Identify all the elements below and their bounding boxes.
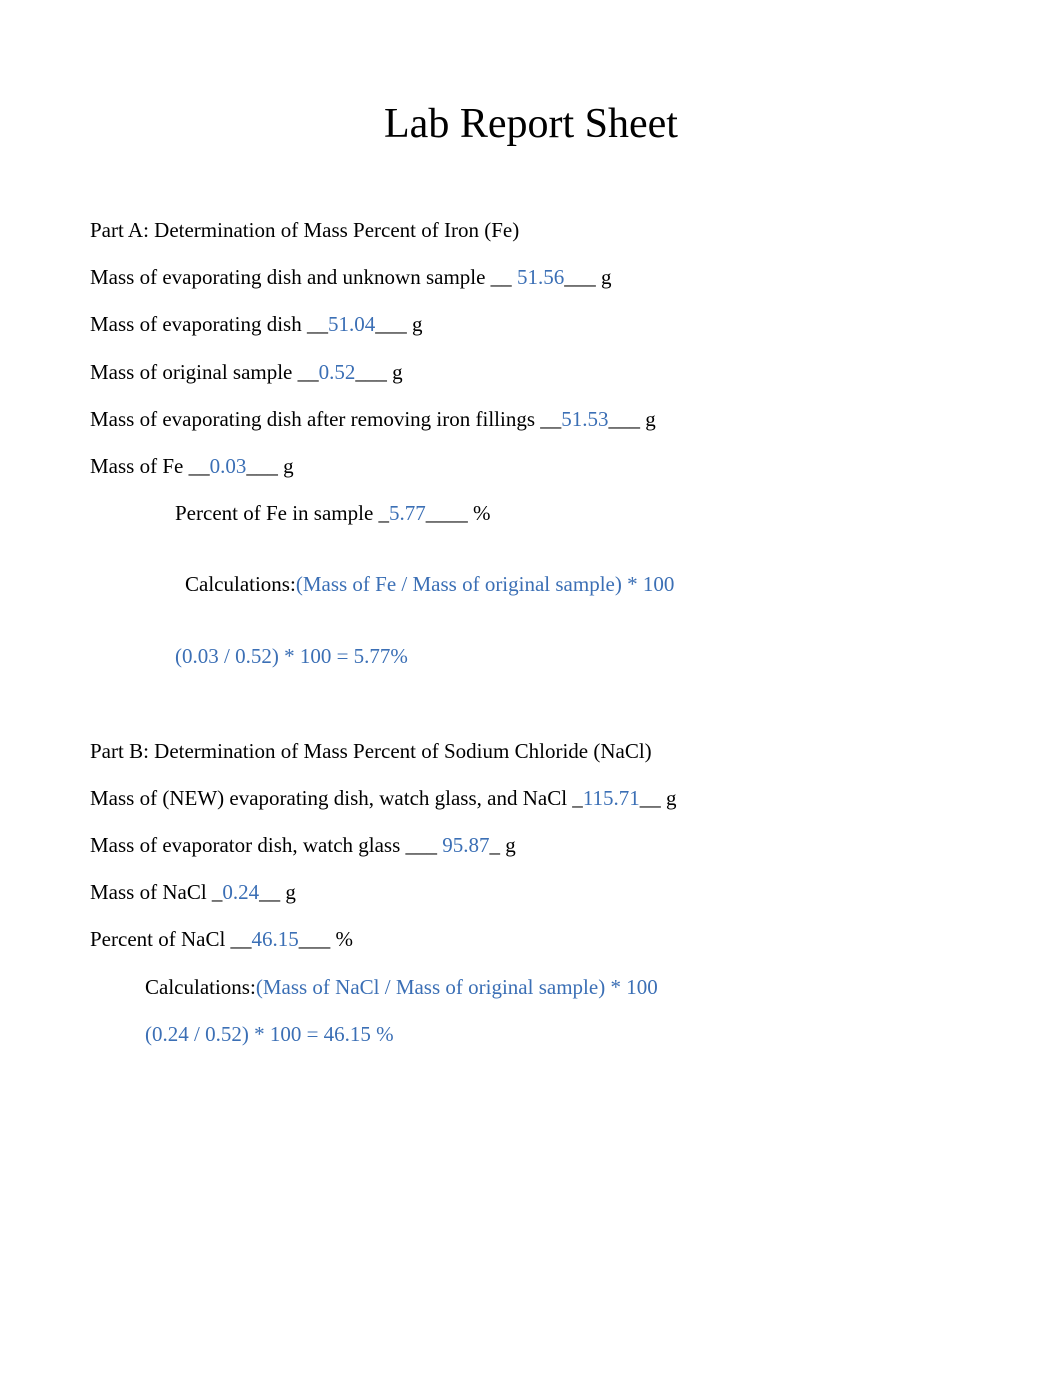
calc-formula: (Mass of NaCl / Mass of original sample)… xyxy=(256,975,658,999)
text-label: _ g xyxy=(490,833,516,857)
document-page: Lab Report Sheet Part A: Determination o… xyxy=(0,0,1062,1109)
text-label: Mass of evaporating dish __ xyxy=(90,312,328,336)
part-a-heading: Part A: Determination of Mass Percent of… xyxy=(90,218,972,243)
filled-value: 51.04 xyxy=(328,312,375,336)
text-label: Mass of original sample __ xyxy=(90,360,319,384)
text-label: __ g xyxy=(640,786,677,810)
filled-value: 0.52 xyxy=(319,360,356,384)
part-a-line-1: Mass of evaporating dish and unknown sam… xyxy=(90,265,972,290)
text-label: ___ g xyxy=(355,360,402,384)
text-label: ___ % xyxy=(299,927,353,951)
part-b-calc-result: (0.24 / 0.52) * 100 = 46.15 % xyxy=(90,1022,972,1047)
text-label: ___ g xyxy=(246,454,293,478)
text-label: Mass of evaporator dish, watch glass ___ xyxy=(90,833,442,857)
calc-formula: (Mass of Fe / Mass of original sample) *… xyxy=(296,572,675,596)
part-a-percent-line: Percent of Fe in sample _5.77____ % xyxy=(90,501,972,526)
part-a-line-3: Mass of original sample __0.52___ g xyxy=(90,360,972,385)
text-label: Mass of NaCl _ xyxy=(90,880,222,904)
text-label: Percent of Fe in sample _ xyxy=(175,501,389,525)
part-a-calc-result: (0.03 / 0.52) * 100 = 5.77% xyxy=(90,644,972,669)
filled-value: 0.03 xyxy=(210,454,247,478)
text-label: Mass of (NEW) evaporating dish, watch gl… xyxy=(90,786,583,810)
filled-value: 95.87 xyxy=(442,833,489,857)
part-a-calc-label-line: Calculations:(Mass of Fe / Mass of origi… xyxy=(90,572,972,597)
part-b-line-1: Mass of (NEW) evaporating dish, watch gl… xyxy=(90,786,972,811)
filled-value: 46.15 xyxy=(252,927,299,951)
text-label: Percent of NaCl __ xyxy=(90,927,252,951)
part-b-heading: Part B: Determination of Mass Percent of… xyxy=(90,739,972,764)
calc-label: Calculations: xyxy=(185,572,296,596)
text-label: ___ g xyxy=(609,407,656,431)
text-label: __ g xyxy=(259,880,296,904)
text-label: ___ g xyxy=(375,312,422,336)
filled-value: 51.56 xyxy=(517,265,564,289)
filled-value: 51.53 xyxy=(561,407,608,431)
part-a-line-4: Mass of evaporating dish after removing … xyxy=(90,407,972,432)
part-b-calc-label-line: Calculations:(Mass of NaCl / Mass of ori… xyxy=(90,975,972,1000)
page-title: Lab Report Sheet xyxy=(90,100,972,148)
filled-value: 0.24 xyxy=(222,880,259,904)
text-label: ____ % xyxy=(426,501,491,525)
part-a-line-2: Mass of evaporating dish __51.04___ g xyxy=(90,312,972,337)
part-b-percent-line: Percent of NaCl __46.15___ % xyxy=(90,927,972,952)
part-a-line-5: Mass of Fe __0.03___ g xyxy=(90,454,972,479)
calc-label: Calculations: xyxy=(145,975,256,999)
filled-value: 5.77 xyxy=(389,501,426,525)
part-b-line-3: Mass of NaCl _0.24__ g xyxy=(90,880,972,905)
calc-result: (0.24 / 0.52) * 100 = 46.15 % xyxy=(145,1022,394,1046)
text-label: ___ g xyxy=(564,265,611,289)
text-label: Mass of Fe __ xyxy=(90,454,210,478)
part-b-line-2: Mass of evaporator dish, watch glass ___… xyxy=(90,833,972,858)
filled-value: 115.71 xyxy=(583,786,640,810)
text-label: Mass of evaporating dish and unknown sam… xyxy=(90,265,517,289)
text-label: Mass of evaporating dish after removing … xyxy=(90,407,561,431)
calc-result: (0.03 / 0.52) * 100 = 5.77% xyxy=(175,644,408,668)
